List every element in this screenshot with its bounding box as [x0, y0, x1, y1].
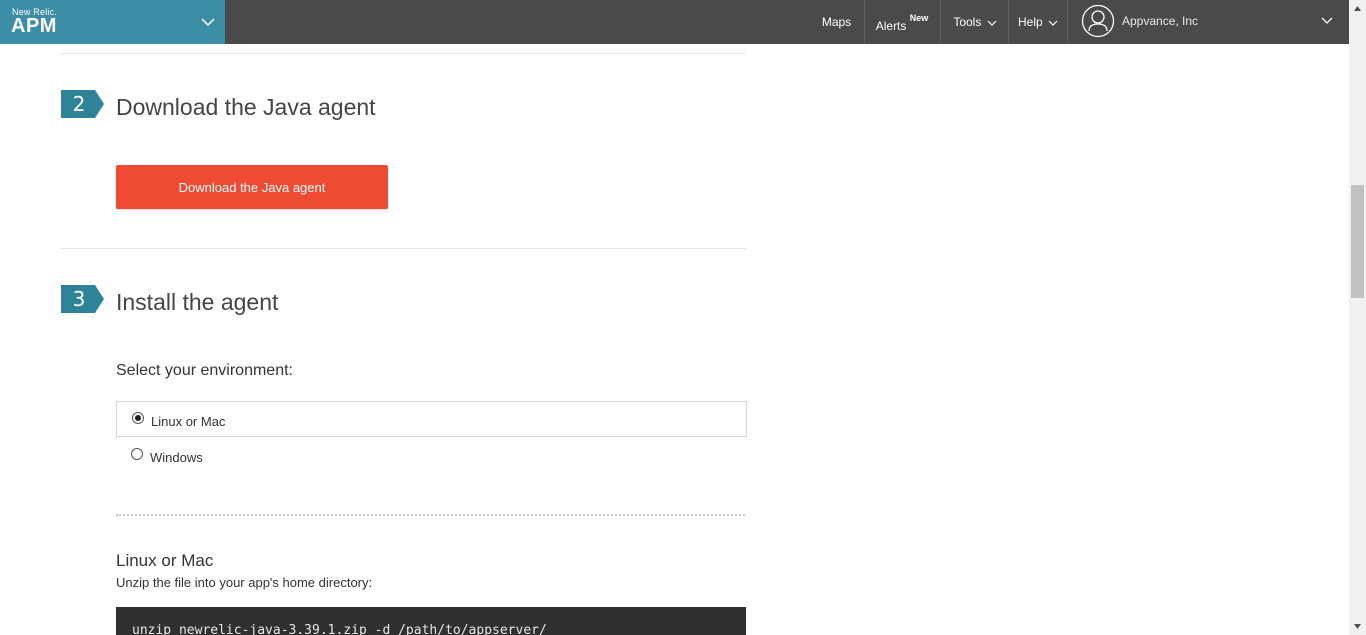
nav-tools[interactable]: Tools [947, 0, 1003, 44]
env-option-label: Linux or Mac [151, 414, 226, 429]
chevron-down-icon [987, 20, 997, 26]
nav-alerts[interactable]: Alerts New [870, 0, 934, 44]
radio-windows[interactable] [131, 448, 143, 460]
nav-divider [940, 0, 941, 44]
step-number: 2 [72, 92, 86, 116]
nav-divider [1067, 0, 1068, 44]
unzip-command[interactable]: unzip newrelic-java-3.39.1.zip -d /path/… [132, 623, 547, 635]
apm-brand-menu[interactable]: New Relic. APM [0, 0, 225, 44]
download-java-agent-button[interactable]: Download the Java agent [116, 165, 388, 209]
step-title: Install the agent [116, 289, 279, 315]
step-badge: 2 [61, 90, 104, 118]
step-number: 3 [72, 287, 86, 311]
step-title: Download the Java agent [116, 94, 376, 120]
nav-maps-label: Maps [821, 15, 852, 29]
chevron-down-icon [1048, 20, 1058, 26]
radio-linux-mac[interactable] [132, 412, 144, 424]
chevron-down-icon[interactable] [1320, 14, 1334, 28]
step-badge: 3 [61, 285, 104, 313]
new-badge: New [909, 13, 929, 23]
chevron-down-icon[interactable] [200, 14, 216, 30]
nav-help[interactable]: Help [1013, 0, 1063, 44]
os-section-description: Unzip the file into your app's home dire… [116, 575, 373, 590]
env-option-label: Windows [150, 450, 203, 465]
nav-divider [1008, 0, 1009, 44]
env-option-windows[interactable]: Windows [116, 438, 745, 472]
nav-help-label: Help [1017, 15, 1043, 29]
environment-label: Select your environment: [116, 362, 293, 379]
code-block[interactable]: unzip newrelic-java-3.39.1.zip -d /path/… [116, 607, 746, 635]
scroll-thumb[interactable] [1351, 185, 1364, 298]
os-section-title: Linux or Mac [116, 551, 214, 570]
nav-maps[interactable]: Maps [816, 0, 857, 44]
nav-tools-label: Tools [953, 15, 982, 29]
scroll-down-arrow-icon[interactable] [1349, 618, 1366, 635]
account-name[interactable]: Appvance, Inc [1122, 0, 1198, 44]
scroll-up-arrow-icon[interactable] [1349, 0, 1366, 17]
nav-divider [864, 0, 865, 44]
nav-alerts-label: Alerts [875, 19, 907, 33]
env-option-linux-mac[interactable]: Linux or Mac [116, 401, 747, 437]
brand-product: APM [11, 15, 57, 37]
dotted-divider [116, 514, 745, 516]
user-avatar-icon[interactable] [1081, 4, 1115, 38]
section-divider [61, 53, 746, 54]
vertical-scrollbar[interactable] [1349, 0, 1366, 635]
section-divider [61, 248, 746, 249]
top-nav-bar: New Relic. APM Maps Alerts New Tools Hel… [0, 0, 1349, 44]
